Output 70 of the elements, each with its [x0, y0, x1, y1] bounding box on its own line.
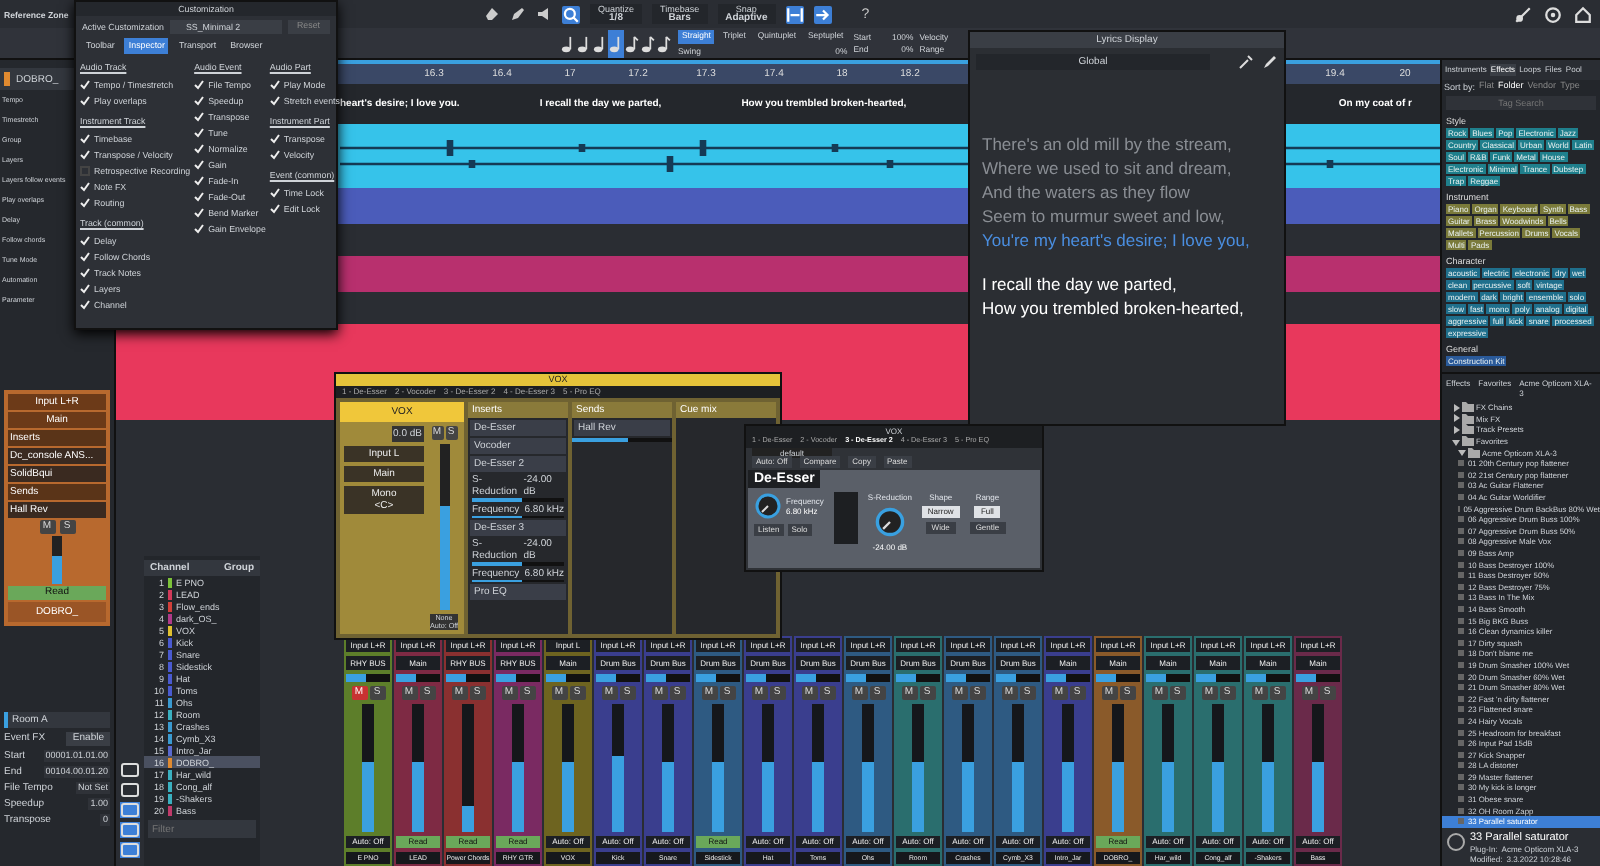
gear-icon[interactable]: [1544, 5, 1562, 23]
pan-slider[interactable]: [946, 674, 990, 682]
fader-track[interactable]: [439, 444, 449, 610]
lyric-line: And the waters as they flow: [982, 180, 1192, 204]
caret-icon[interactable]: [1452, 403, 1460, 412]
pan-slider[interactable]: [1196, 674, 1240, 682]
arrow-right-icon[interactable]: [813, 5, 832, 23]
caret-icon[interactable]: [1452, 414, 1460, 423]
pan-slider[interactable]: [346, 674, 390, 682]
pan-slider[interactable]: [446, 674, 490, 682]
pan-slider[interactable]: [1296, 674, 1340, 682]
pan-slider[interactable]: [796, 674, 840, 682]
fader-track[interactable]: [1062, 704, 1074, 832]
pan-slider[interactable]: [846, 674, 890, 682]
lyric-line: You're my heart's desire; I love you,: [982, 228, 1252, 252]
pan-slider[interactable]: [1046, 674, 1090, 682]
fader-track[interactable]: [662, 704, 674, 832]
pan-slider[interactable]: [896, 674, 940, 682]
pan-slider[interactable]: [1146, 674, 1190, 682]
lyric-line: How you trembled broken-hearted,: [982, 296, 1246, 320]
fader-track[interactable]: [612, 704, 624, 832]
wrench-icon[interactable]: [1238, 54, 1254, 70]
plugin-icon: [1446, 831, 1466, 852]
fader-track[interactable]: [962, 704, 974, 832]
fader-track[interactable]: [1012, 704, 1024, 832]
pan-slider[interactable]: [996, 674, 1040, 682]
home-icon[interactable]: [1574, 5, 1592, 23]
pan-slider[interactable]: [596, 674, 640, 682]
lyric-line: Where we used to sit and dream,: [982, 156, 1234, 180]
zoom-icon[interactable]: [562, 5, 580, 23]
pan-slider[interactable]: [696, 674, 740, 682]
reduction-meter: [833, 491, 858, 544]
fader-track[interactable]: [1112, 704, 1124, 832]
fader-track[interactable]: [362, 704, 374, 832]
pan-slider[interactable]: [496, 674, 540, 682]
fader-track[interactable]: [462, 704, 474, 832]
fader-track[interactable]: [812, 704, 824, 832]
frequency-knob[interactable]: [754, 491, 782, 520]
note-value-icon[interactable]: [608, 29, 624, 57]
fader-track[interactable]: [1212, 704, 1224, 832]
pencil-icon[interactable]: [510, 6, 526, 22]
speaker-icon[interactable]: [536, 6, 552, 22]
fader-track[interactable]: [762, 704, 774, 832]
pan-slider[interactable]: [1246, 674, 1290, 682]
fader-track[interactable]: [412, 704, 424, 832]
snap-toggle-icon[interactable]: [785, 5, 804, 23]
lyric-line: There's an old mill by the stream,: [982, 132, 1234, 156]
pan-slider[interactable]: [746, 674, 790, 682]
pan-slider[interactable]: [1096, 674, 1140, 682]
reduction-knob[interactable]: [873, 505, 906, 538]
caret-icon[interactable]: [1452, 425, 1460, 434]
guitar-icon[interactable]: [1514, 5, 1532, 23]
fader-track[interactable]: [712, 704, 724, 832]
caret-icon[interactable]: [1458, 448, 1466, 457]
fader-track[interactable]: [512, 704, 524, 832]
pan-slider[interactable]: [546, 674, 590, 682]
fader-track[interactable]: [912, 704, 924, 832]
pan-slider[interactable]: [646, 674, 690, 682]
fader-track[interactable]: [1162, 704, 1174, 832]
pan-slider[interactable]: [396, 674, 440, 682]
fader-track[interactable]: [1312, 704, 1324, 832]
fader-track[interactable]: [562, 704, 574, 832]
fader-track[interactable]: [52, 536, 62, 584]
lyric-line: Seem to murmur sweet and low,: [982, 204, 1227, 228]
fader-track[interactable]: [862, 704, 874, 832]
pencil-icon[interactable]: [1262, 54, 1278, 70]
lyric-line: I recall the day we parted,: [982, 272, 1179, 296]
fader-track[interactable]: [1262, 704, 1274, 832]
caret-icon[interactable]: [1452, 437, 1460, 446]
eraser-icon[interactable]: [484, 6, 500, 22]
